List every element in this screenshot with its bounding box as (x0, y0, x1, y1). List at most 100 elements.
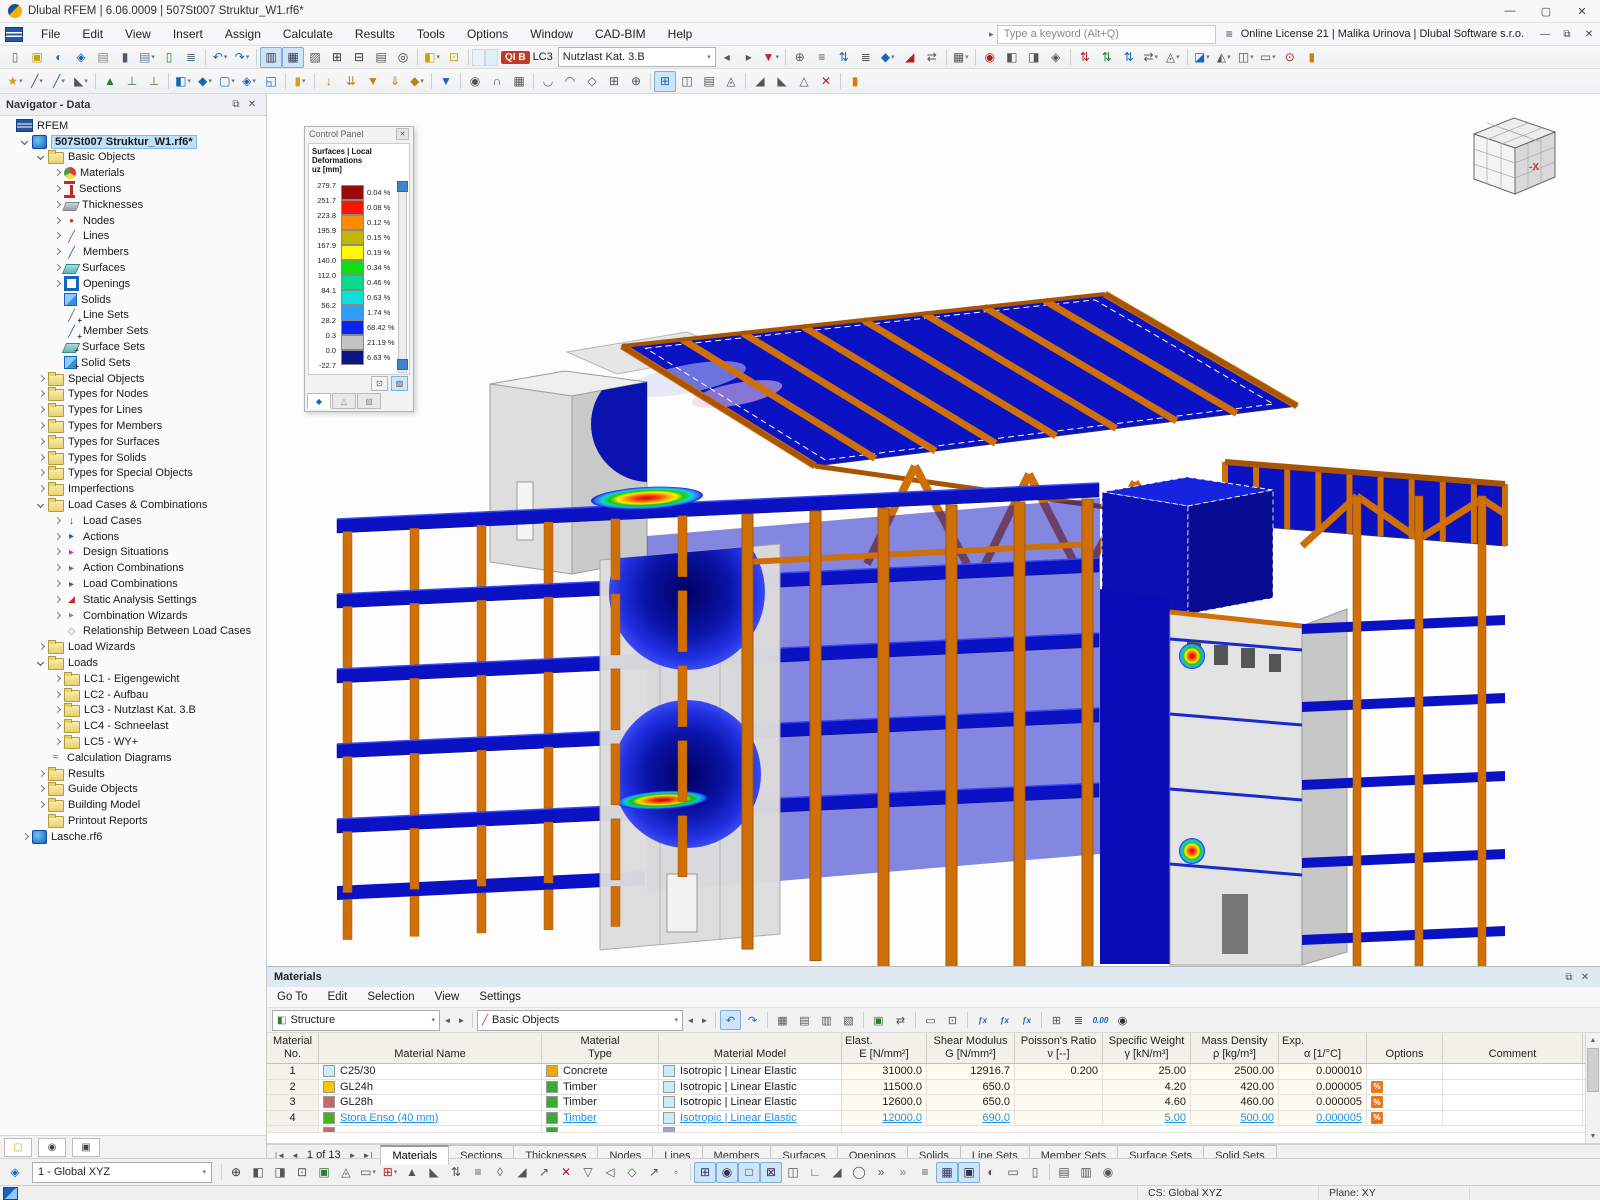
tree-item-line-sets[interactable]: ╱+Line Sets (0, 308, 266, 324)
tb-result-diagram-icon[interactable]: ◉ (464, 71, 486, 92)
cell-thermal-expansion[interactable]: 0.000005 (1279, 1080, 1367, 1095)
menu-cad-bim[interactable]: CAD-BIM (584, 23, 657, 45)
bb-table-b2-icon[interactable]: ▥ (1075, 1162, 1097, 1183)
cell-material-type[interactable]: Concrete (542, 1064, 659, 1079)
bb-snap-node-icon[interactable]: ◉ (716, 1162, 738, 1183)
tb-new-node-icon[interactable]: ★▾ (4, 71, 26, 92)
tree-item-lc5-wy[interactable]: LC5 - WY+ (0, 734, 266, 750)
tb-new-line-icon[interactable]: ╱▾ (26, 71, 48, 92)
control-panel[interactable]: Control Panel ✕ Surfaces | Local Deforma… (304, 126, 414, 412)
bb-small-dot-icon[interactable]: ◦ (665, 1162, 687, 1183)
cell-poissons-ratio[interactable]: 0.200 (1015, 1064, 1103, 1079)
minimize-button[interactable]: — (1492, 0, 1528, 22)
render-camera-icon[interactable]: ▣ (72, 1138, 100, 1157)
bb-slope-snap-icon[interactable]: ◢ (511, 1162, 533, 1183)
bb-snap-par-icon[interactable]: » (892, 1162, 914, 1183)
tree-item-load-combinations[interactable]: ▸Load Combinations (0, 576, 266, 592)
tb-undo-icon[interactable]: ↶▾ (209, 47, 231, 68)
mt-table-view-2-icon[interactable]: ▤ (794, 1010, 815, 1030)
tree-expander-icon[interactable] (35, 151, 47, 163)
bb-snap-mid-icon[interactable]: ◫ (782, 1162, 804, 1183)
mt-sync-table-icon[interactable]: ⇄ (890, 1010, 911, 1030)
cell-specific-weight[interactable]: 4.20 (1103, 1080, 1191, 1095)
tb-new-report-icon[interactable]: ▯ (158, 47, 180, 68)
tb-new-model-icon[interactable]: ▯ (4, 47, 26, 68)
tree-expander-icon[interactable] (35, 483, 47, 495)
tb-print-icon[interactable]: ▤▾ (136, 47, 158, 68)
menu-options[interactable]: Options (456, 23, 519, 45)
cell-modulus-e[interactable]: 12000.0 (842, 1111, 927, 1126)
tree-expander-icon[interactable] (35, 452, 47, 464)
tree-item-guide-objects[interactable]: Guide Objects (0, 781, 266, 797)
materials-float-button[interactable]: ⧉ (1561, 972, 1577, 983)
tb-show-values-x-icon[interactable]: ≡ (811, 47, 833, 68)
control-panel-close-icon[interactable]: ✕ (396, 128, 409, 140)
tree-item-action-combinations[interactable]: ▸Action Combinations (0, 560, 266, 576)
tree-item-printout-reports[interactable]: Printout Reports (0, 813, 266, 829)
menu-edit[interactable]: Edit (71, 23, 114, 45)
navigator-close-button[interactable]: ✕ (244, 99, 260, 110)
materials-menu-go-to[interactable]: Go To (267, 991, 317, 1003)
cell-shear-modulus[interactable]: 650.0 (927, 1080, 1015, 1095)
tb-lc-prev-icon[interactable]: ◂ (716, 47, 738, 68)
tree-item-lasche-rf6[interactable]: Lasche.rf6 (0, 829, 266, 845)
menu-tools[interactable]: Tools (406, 23, 456, 45)
panel-tab-results[interactable]: ◆ (307, 393, 331, 409)
tree-expander-icon[interactable] (35, 768, 47, 780)
cell-comment[interactable] (1443, 1095, 1583, 1110)
tree-expander-icon[interactable] (35, 783, 47, 795)
tree-expander-icon[interactable] (51, 246, 63, 258)
materials-menu-settings[interactable]: Settings (469, 991, 531, 1003)
cell-comment[interactable] (1443, 1080, 1583, 1095)
tree-expander-icon[interactable] (51, 562, 63, 574)
tb-measure-icon[interactable]: ◬▾ (1162, 47, 1184, 68)
bb-parallel-icon[interactable]: ≡ (467, 1162, 489, 1183)
tb-network-project-icon[interactable]: ◈ (70, 47, 92, 68)
cell-options[interactable]: % (1367, 1080, 1443, 1095)
tree-item-combination-wizards[interactable]: ▸Combination Wizards (0, 608, 266, 624)
bb-snap-ext-icon[interactable]: » (870, 1162, 892, 1183)
bb-snap-perp-icon[interactable]: ∟ (804, 1162, 826, 1183)
cell-modulus-e[interactable]: 31000.0 (842, 1064, 927, 1079)
tb-dlubal-center-icon[interactable]: ◐ (48, 47, 70, 68)
tb-open-model-icon[interactable]: ▣ (26, 47, 48, 68)
cell-comment[interactable] (1443, 1064, 1583, 1079)
group-next-button[interactable]: ► (455, 1012, 468, 1029)
bb-work-plane-xy-icon[interactable]: ◧ (247, 1162, 269, 1183)
tb-render-orange-icon[interactable]: ▮ (844, 71, 866, 92)
table-row-material-2[interactable]: 2GL24hTimberIsotropic | Linear Elastic11… (267, 1080, 1600, 1096)
tb-smooth-icon[interactable]: ⇄ (921, 47, 943, 68)
panel-colors-button[interactable]: ▨ (391, 376, 408, 391)
menu-help[interactable]: Help (657, 23, 704, 45)
cell-shear-modulus[interactable]: 650.0 (927, 1095, 1015, 1110)
tree-expander-icon[interactable] (35, 436, 47, 448)
tb-wall-gen-icon[interactable]: ▭▾ (1257, 47, 1279, 68)
tb-numbering-icon[interactable]: ⊕ (789, 47, 811, 68)
cell-material-model[interactable]: Isotropic | Linear Elastic (659, 1095, 842, 1110)
tb-fly-mode-icon[interactable]: ◭▾ (1213, 47, 1235, 68)
tree-item-load-cases[interactable]: ↓Load Cases (0, 513, 266, 529)
bb-snap-cross-icon[interactable]: ⊠ (760, 1162, 782, 1183)
tree-item-calculation-diagrams[interactable]: ≈Calculation Diagrams (0, 750, 266, 766)
group-prev-button[interactable]: ◄ (441, 1012, 454, 1029)
mt-pin-table-icon[interactable]: ⊡ (942, 1010, 963, 1030)
cell-material-type[interactable]: Timber (542, 1111, 659, 1126)
cell-mass-density[interactable]: 2500.00 (1191, 1064, 1279, 1079)
tb-new-section-icon[interactable]: ◧▾ (421, 47, 443, 68)
menu-insert[interactable]: Insert (162, 23, 214, 45)
legend-slider-handle-top[interactable] (397, 181, 408, 192)
tb-filter-view-icon[interactable]: ▼ (435, 71, 457, 92)
tb-surface-load-icon[interactable]: ▼ (362, 71, 384, 92)
cell-mass-density[interactable]: 420.00 (1191, 1080, 1279, 1095)
tb-delete-icon[interactable]: ✕ (815, 71, 837, 92)
tree-item-507st007-struktur-w1-rf6[interactable]: 507St007 Struktur_W1.rf6* (0, 134, 266, 150)
cell-modulus-e[interactable]: 11500.0 (842, 1080, 927, 1095)
tb-support-node-icon[interactable]: ▲ (99, 71, 121, 92)
navigation-cube[interactable]: -X (1474, 118, 1555, 194)
bb-half-view-icon[interactable]: ◐ (980, 1162, 1002, 1183)
cell-material-name[interactable]: C25/30 (319, 1064, 542, 1079)
tree-expander-icon[interactable] (35, 420, 47, 432)
tree-item-special-objects[interactable]: Special Objects (0, 371, 266, 387)
control-panel-titlebar[interactable]: Control Panel ✕ (305, 127, 413, 141)
tb-triangle-tool-icon[interactable]: △ (793, 71, 815, 92)
